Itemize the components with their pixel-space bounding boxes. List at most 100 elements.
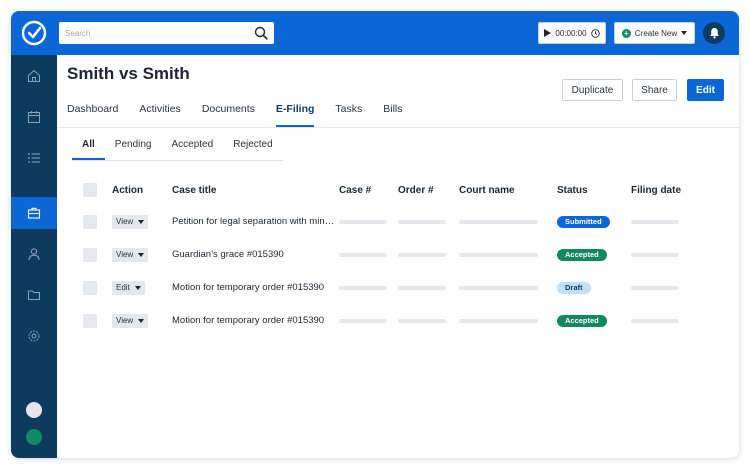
- select-all-checkbox[interactable]: [83, 183, 97, 197]
- action-dropdown[interactable]: View: [112, 313, 149, 328]
- action-label: View: [116, 250, 134, 259]
- action-label: View: [116, 316, 134, 325]
- row-checkbox[interactable]: [83, 247, 97, 262]
- tab-tasks[interactable]: Tasks: [335, 103, 362, 127]
- status-badge: Submitted: [557, 215, 610, 228]
- notification-bell-button[interactable]: [703, 22, 725, 44]
- table-header-row: Action Case title Case # Order # Court n…: [83, 175, 733, 205]
- action-dropdown[interactable]: View: [112, 247, 149, 262]
- action-dropdown[interactable]: View: [112, 214, 149, 229]
- case-title[interactable]: Petition for legal separation with min…: [172, 205, 334, 238]
- sidebar-item-home[interactable]: [11, 60, 57, 92]
- column-header-status[interactable]: Status: [557, 175, 627, 205]
- filing-date-placeholder: [631, 318, 679, 323]
- plus-icon: +: [621, 28, 631, 38]
- timer-value: 00:00:00: [555, 28, 587, 38]
- create-new-button[interactable]: + Create New: [614, 22, 695, 44]
- chevron-down-icon: [138, 318, 145, 323]
- tab-dashboard[interactable]: Dashboard: [67, 103, 118, 127]
- status-avatar[interactable]: [26, 429, 42, 445]
- home-icon: [28, 69, 40, 82]
- main-content: Smith vs Smith Duplicate Share Edit Dash…: [57, 55, 739, 458]
- table-row[interactable]: Edit Motion for temporary order #015390 …: [83, 271, 733, 304]
- search-input[interactable]: [65, 28, 245, 38]
- status-badge: Accepted: [557, 314, 607, 327]
- app-logo-icon[interactable]: [11, 11, 57, 55]
- calendar-icon: [28, 111, 40, 123]
- case-title[interactable]: Guardian’s grace #015390: [172, 238, 334, 271]
- efiling-table: Action Case title Case # Order # Court n…: [83, 175, 733, 337]
- row-checkbox[interactable]: [83, 313, 97, 328]
- case-title[interactable]: Motion for temporary order #015390: [172, 304, 334, 337]
- chevron-down-icon: [134, 285, 141, 290]
- share-button[interactable]: Share: [632, 79, 677, 101]
- case-title[interactable]: Motion for temporary order #015390: [172, 271, 334, 304]
- case-nav-tabs: Dashboard Activities Documents E-Filing …: [67, 103, 424, 127]
- filing-date-placeholder: [631, 219, 679, 224]
- sidebar-item-calendar[interactable]: [11, 101, 57, 133]
- timer-button[interactable]: 00:00:00: [538, 22, 606, 44]
- filter-tab-pending[interactable]: Pending: [105, 139, 162, 160]
- search-icon[interactable]: [254, 26, 268, 40]
- clock-icon: [590, 28, 600, 38]
- chevron-down-icon: [681, 31, 688, 35]
- column-header-case-number[interactable]: Case #: [339, 175, 393, 205]
- search-box[interactable]: [59, 22, 274, 44]
- gear-icon: [28, 330, 40, 342]
- court-name-placeholder: [459, 318, 538, 323]
- play-icon: [544, 29, 552, 37]
- duplicate-button[interactable]: Duplicate: [562, 79, 623, 101]
- row-checkbox[interactable]: [83, 214, 97, 229]
- sidebar: [11, 55, 57, 458]
- column-header-case-title[interactable]: Case title: [172, 175, 334, 205]
- column-header-action[interactable]: Action: [112, 175, 170, 205]
- tab-documents[interactable]: Documents: [202, 103, 255, 127]
- action-label: View: [116, 217, 134, 226]
- table-row[interactable]: View Petition for legal separation with …: [83, 205, 733, 238]
- table-row[interactable]: View Motion for temporary order #015390 …: [83, 304, 733, 337]
- row-checkbox[interactable]: [83, 280, 97, 295]
- divider: [57, 127, 739, 128]
- filter-tab-all[interactable]: All: [72, 139, 105, 160]
- filter-tabs: All Pending Accepted Rejected: [72, 139, 283, 161]
- filter-tab-rejected[interactable]: Rejected: [223, 139, 282, 160]
- column-header-court-name[interactable]: Court name: [459, 175, 545, 205]
- court-name-placeholder: [459, 285, 538, 290]
- tab-activities[interactable]: Activities: [139, 103, 180, 127]
- person-icon: [28, 248, 40, 261]
- court-name-placeholder: [459, 252, 538, 257]
- avatar[interactable]: [26, 402, 42, 418]
- sidebar-item-cases[interactable]: [11, 197, 57, 229]
- edit-button[interactable]: Edit: [687, 79, 724, 101]
- case-number-placeholder: [339, 219, 387, 224]
- tab-e-filing[interactable]: E-Filing: [275, 103, 315, 127]
- tab-bills[interactable]: Bills: [383, 103, 402, 127]
- create-new-label: Create New: [634, 28, 678, 38]
- sidebar-item-contacts[interactable]: [11, 238, 57, 270]
- page-title: Smith vs Smith: [67, 64, 190, 83]
- filter-tab-accepted[interactable]: Accepted: [161, 139, 223, 160]
- chevron-down-icon: [138, 252, 145, 257]
- action-label: Edit: [116, 283, 130, 292]
- sidebar-item-list[interactable]: [11, 142, 57, 174]
- order-number-placeholder: [398, 285, 446, 290]
- sidebar-item-settings[interactable]: [11, 320, 57, 352]
- order-number-placeholder: [398, 219, 446, 224]
- bell-icon: [709, 28, 719, 39]
- case-number-placeholder: [339, 252, 387, 257]
- action-dropdown[interactable]: Edit: [112, 280, 145, 295]
- column-header-filing-date[interactable]: Filing date: [631, 175, 691, 205]
- court-name-placeholder: [459, 219, 538, 224]
- list-icon: [28, 153, 40, 163]
- order-number-placeholder: [398, 252, 446, 257]
- case-number-placeholder: [339, 285, 387, 290]
- chevron-down-icon: [138, 219, 145, 224]
- top-bar: 00:00:00 + Create New: [11, 11, 739, 55]
- table-row[interactable]: View Guardian’s grace #015390 Accepted: [83, 238, 733, 271]
- status-badge: Accepted: [557, 248, 607, 261]
- folder-icon: [28, 290, 40, 300]
- case-number-placeholder: [339, 318, 387, 323]
- filing-date-placeholder: [631, 285, 679, 290]
- sidebar-item-documents[interactable]: [11, 279, 57, 311]
- column-header-order-number[interactable]: Order #: [398, 175, 452, 205]
